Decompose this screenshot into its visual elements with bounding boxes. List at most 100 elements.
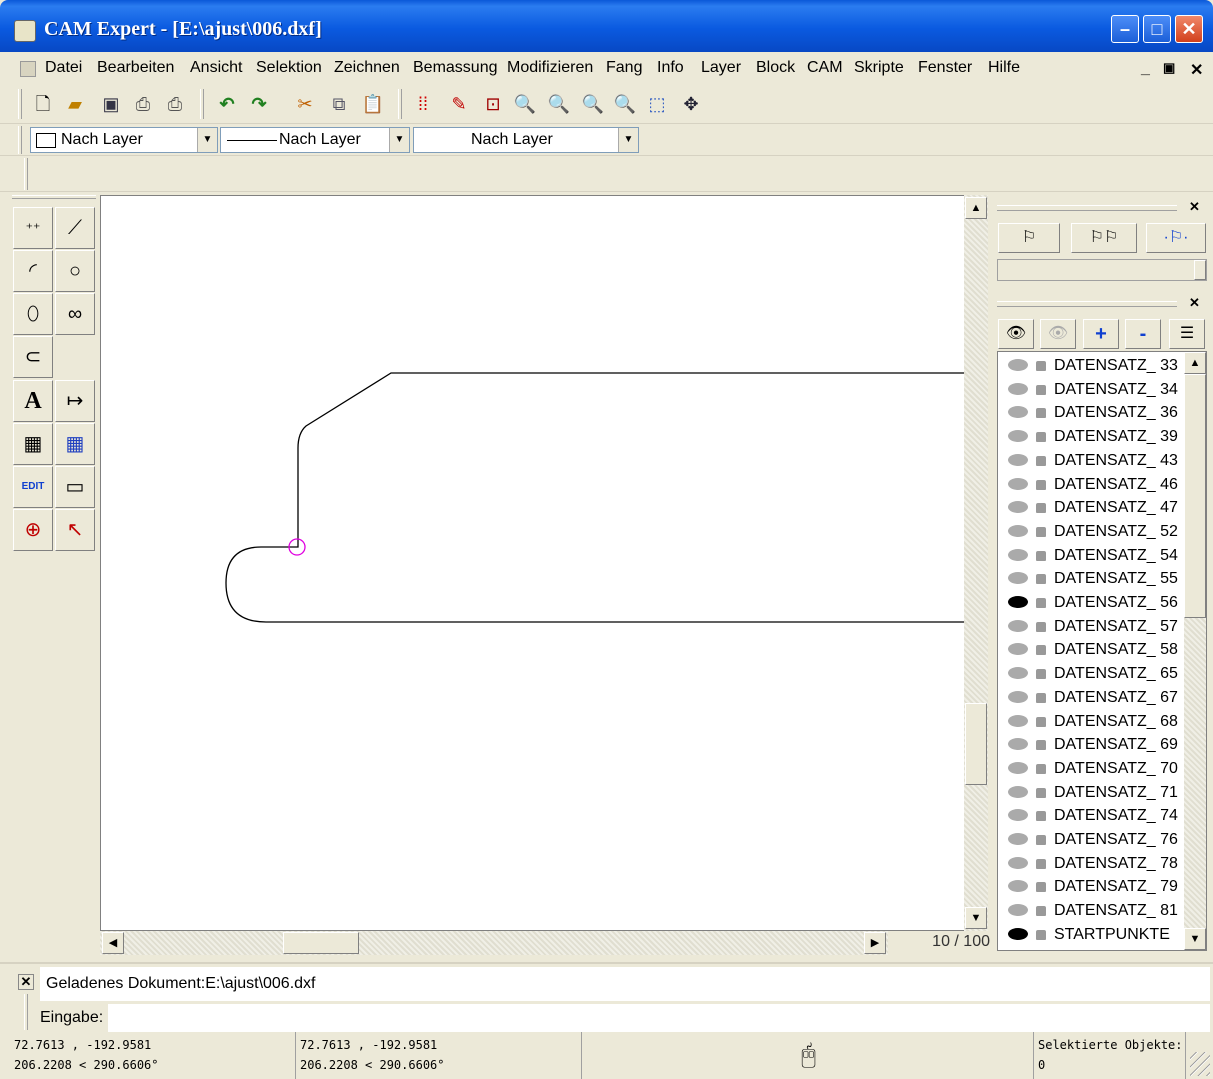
menu-zeichnen[interactable]: Zeichnen [334,59,400,77]
new-file-icon[interactable]: 🗋 [30,91,56,117]
circle-tool-icon[interactable]: ○ [55,250,95,292]
eye-off-icon[interactable] [1008,359,1028,371]
layer-row[interactable]: DATENSATZ_ 76 [998,828,1180,852]
menu-layer[interactable]: Layer [701,59,741,77]
eye-icon[interactable] [1008,927,1028,940]
text-tool-icon[interactable]: A [13,380,53,422]
eye-off-icon[interactable] [1008,761,1028,774]
scroll-up-button[interactable]: ▲ [1184,352,1206,374]
layer-row[interactable]: DATENSATZ_ 39 [998,425,1180,449]
linetype-select[interactable]: Nach Layer ▼ [220,127,410,153]
eye-off-icon[interactable] [1008,524,1028,537]
layer-row[interactable]: DATENSATZ_ 33 [998,354,1180,378]
chevron-down-icon[interactable]: ▼ [389,128,409,152]
pen-icon[interactable]: ✎ [446,91,472,117]
eye-off-icon[interactable] [1008,382,1028,395]
eye-off-icon[interactable] [1008,880,1028,893]
layer-row[interactable]: DATENSATZ_ 47 [998,496,1180,520]
menu-ansicht[interactable]: Ansicht [190,59,242,77]
lock-icon[interactable] [1036,882,1046,893]
print-icon[interactable]: ⎙ [130,91,156,117]
lock-icon[interactable] [1036,811,1046,822]
layer-row[interactable]: DATENSATZ_ 71 [998,781,1180,805]
layer-row[interactable]: DATENSATZ_ 36 [998,401,1180,425]
open-folder-icon[interactable]: ▰ [62,91,88,117]
horizontal-scrollbar[interactable]: ◀ ▶ [100,931,888,955]
lock-icon[interactable] [1036,621,1046,632]
layer-row[interactable]: DATENSATZ_ 54 [998,544,1180,568]
eye-off-icon[interactable] [1008,785,1028,798]
menu-hilfe[interactable]: Hilfe [988,59,1020,77]
drawing-canvas[interactable] [100,195,965,931]
eye-off-icon[interactable] [1008,738,1028,751]
menu-block[interactable]: Block [756,59,795,77]
slider-thumb[interactable] [1194,260,1206,280]
layer-row[interactable]: DATENSATZ_ 56 [998,591,1180,615]
lock-icon[interactable] [1036,716,1046,727]
command-input[interactable] [108,1004,1210,1032]
layer-row[interactable]: DATENSATZ_ 34 [998,378,1180,402]
layer-row[interactable]: DATENSATZ_ 43 [998,449,1180,473]
menu-fenster[interactable]: Fenster [918,59,972,77]
lock-icon[interactable] [1036,550,1046,561]
zoom-out-icon[interactable]: 🔍 [546,91,572,117]
color-select[interactable]: Nach Layer ▼ [30,127,218,153]
remove-layer-button[interactable]: - [1125,319,1161,349]
menu-fang[interactable]: Fang [606,59,642,77]
layer-row[interactable]: DATENSATZ_ 70 [998,757,1180,781]
layer-row[interactable]: DATENSATZ_ 46 [998,473,1180,497]
edit-tool-icon[interactable]: EDIT [13,466,53,508]
eye-off-icon[interactable] [1008,833,1028,845]
eye-off-icon[interactable] [1008,619,1028,632]
layer-row[interactable]: DATENSATZ_ 57 [998,615,1180,639]
close-icon[interactable]: ✕ [1189,295,1200,311]
layer-properties-icon[interactable]: ☰ [1169,319,1205,349]
lock-icon[interactable] [1036,929,1046,940]
add-layer-button[interactable]: + [1083,319,1119,349]
print-preview-icon[interactable]: ⎙ [162,91,188,117]
layer-scrollbar[interactable]: ▲ ▼ [1184,352,1206,950]
toolbar-grip[interactable] [24,158,28,190]
toolbar-grip[interactable] [18,89,22,119]
lock-icon[interactable] [1036,408,1046,419]
scroll-down-button[interactable]: ▼ [965,907,987,929]
point-tool-icon[interactable]: ⁺⁺ [13,207,53,249]
ellipse-tool-icon[interactable]: ⬯ [13,293,53,335]
zoom-window-icon[interactable]: ⬚ [644,91,670,117]
vertical-scroll-thumb[interactable] [965,703,987,785]
eye-off-icon[interactable] [1008,501,1028,514]
zoom-extents-icon[interactable]: 🔍 [580,91,606,117]
lock-icon[interactable] [1036,645,1046,656]
mdi-restore-button[interactable]: ▣ [1163,60,1175,76]
dimension-tool-icon[interactable]: ↦ [55,380,95,422]
eye-off-icon[interactable] [1008,667,1028,680]
lineweight-select[interactable]: Nach Layer ▼ [413,127,639,153]
flag-point-icon[interactable]: ·⚐· [1146,223,1206,253]
lock-icon[interactable] [1036,787,1046,798]
hatch-tool-icon[interactable]: ▦ [13,423,53,465]
line-tool-icon[interactable]: ⟋ [55,207,95,249]
arc-tool-icon[interactable]: ◜ [13,250,53,292]
menu-modifizieren[interactable]: Modifizieren [507,59,593,77]
console-grip[interactable] [24,994,28,1030]
document-icon[interactable] [20,61,36,77]
lock-icon[interactable] [1036,692,1046,703]
close-icon[interactable]: ✕ [1189,199,1200,215]
layer-row[interactable]: DATENSATZ_ 68 [998,710,1180,734]
lock-icon[interactable] [1036,503,1046,514]
horizontal-scroll-thumb[interactable] [283,932,359,954]
menu-skripte[interactable]: Skripte [854,59,904,77]
lock-icon[interactable] [1036,858,1046,869]
minimize-button[interactable]: – [1111,15,1139,43]
lock-icon[interactable] [1036,740,1046,751]
eye-off-icon[interactable] [1008,690,1028,703]
zoom-previous-icon[interactable]: 🔍 [612,91,638,117]
eye-off-icon[interactable] [1008,430,1028,443]
menu-cam[interactable]: CAM [807,59,843,77]
mdi-close-button[interactable]: ✕ [1190,60,1203,80]
eye-off-icon[interactable] [1008,904,1028,917]
save-icon[interactable]: ▣ [98,91,124,117]
menu-bearbeiten[interactable]: Bearbeiten [97,59,174,77]
menu-datei[interactable]: Datei [45,59,82,77]
eye-off-icon[interactable] [1008,572,1028,585]
